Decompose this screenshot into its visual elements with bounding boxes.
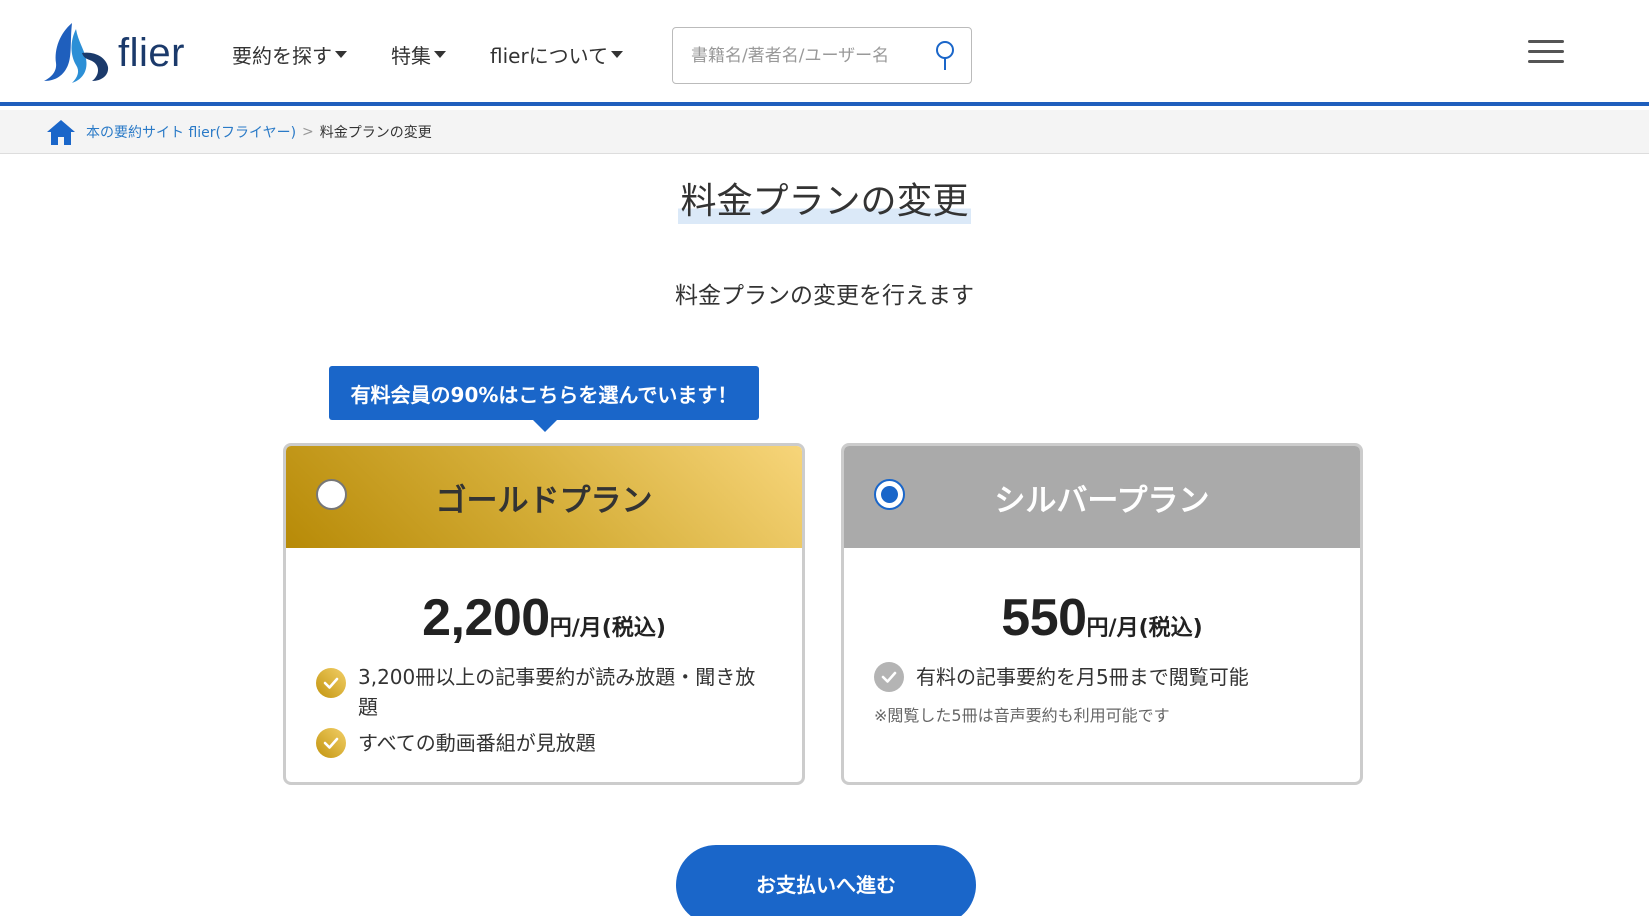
page-title-wrap: 料金プランの変更 bbox=[0, 172, 1649, 224]
flier-logo-icon bbox=[44, 23, 109, 83]
nav-label: flierについて bbox=[490, 44, 609, 68]
page-title: 料金プランの変更 bbox=[678, 172, 971, 224]
plan-card-header: シルバープラン bbox=[844, 446, 1360, 548]
price-unit: 円/月(税込) bbox=[1086, 616, 1203, 641]
feature-item: すべての動画番組が見放題 bbox=[316, 728, 772, 758]
caret-down-icon bbox=[611, 51, 624, 58]
proceed-to-payment-button[interactable]: お支払いへ進む bbox=[676, 845, 976, 916]
plan-card-gold[interactable]: ゴールドプラン 2,200円/月(税込) 3,200冊以上の記事要約が読み放題・… bbox=[283, 443, 805, 785]
plan-name: ゴールドプラン bbox=[435, 482, 653, 519]
main-nav: 要約を探す 特集 flierについて bbox=[232, 40, 624, 69]
nav-label: 要約を探す bbox=[232, 44, 332, 68]
feature-text: 3,200冊以上の記事要約が読み放題・聞き放題 bbox=[358, 665, 756, 719]
plan-features: 有料の記事要約を月5冊まで閲覧可能 bbox=[844, 648, 1360, 692]
nav-features[interactable]: 特集 bbox=[391, 40, 446, 69]
plan-radio-silver[interactable] bbox=[874, 479, 905, 510]
feature-text: 有料の記事要約を月5冊まで閲覧可能 bbox=[916, 665, 1249, 689]
nav-find-summaries[interactable]: 要約を探す bbox=[232, 40, 347, 69]
search-icon[interactable] bbox=[933, 40, 957, 72]
plan-card-header: ゴールドプラン bbox=[286, 446, 802, 548]
plan-price: 550円/月(税込) bbox=[844, 588, 1360, 648]
search-input[interactable] bbox=[691, 45, 921, 66]
breadcrumb: 本の要約サイト flier(フライヤー) > 料金プランの変更 bbox=[0, 110, 1649, 154]
caret-down-icon bbox=[335, 51, 347, 58]
site-header: flier 要約を探す 特集 flierについて bbox=[0, 0, 1649, 106]
check-icon bbox=[316, 728, 346, 758]
price-unit: 円/月(税込) bbox=[549, 616, 666, 641]
breadcrumb-home-link[interactable]: 本の要約サイト flier(フライヤー) bbox=[86, 122, 296, 142]
plan-price: 2,200円/月(税込) bbox=[286, 588, 802, 648]
page-subtitle: 料金プランの変更を行えます bbox=[675, 283, 974, 309]
plan-card-silver[interactable]: シルバープラン 550円/月(税込) 有料の記事要約を月5冊まで閲覧可能 ※閲覧… bbox=[841, 443, 1363, 785]
feature-item: 有料の記事要約を月5冊まで閲覧可能 bbox=[874, 662, 1330, 692]
price-amount: 550 bbox=[1001, 589, 1087, 647]
check-icon bbox=[874, 662, 904, 692]
home-icon[interactable] bbox=[46, 118, 76, 146]
breadcrumb-separator: > bbox=[302, 123, 314, 140]
logo-wordmark: flier bbox=[118, 30, 185, 75]
nav-label: 特集 bbox=[391, 44, 431, 68]
plan-radio-gold[interactable] bbox=[316, 479, 347, 510]
recommendation-badge: 有料会員の90%はこちらを選んでいます！ bbox=[329, 366, 759, 432]
nav-about[interactable]: flierについて bbox=[490, 40, 624, 69]
flier-logo[interactable]: flier bbox=[42, 18, 202, 88]
plan-features: 3,200冊以上の記事要約が読み放題・聞き放題 すべての動画番組が見放題 bbox=[286, 648, 802, 758]
plan-note: ※閲覧した5冊は音声要約も利用可能です bbox=[874, 706, 1170, 725]
plan-name: シルバープラン bbox=[994, 482, 1210, 519]
caret-down-icon bbox=[434, 51, 446, 58]
check-icon bbox=[316, 668, 346, 698]
search-box bbox=[672, 27, 972, 84]
price-amount: 2,200 bbox=[422, 589, 550, 647]
hamburger-menu-icon[interactable] bbox=[1528, 40, 1564, 66]
feature-text: すべての動画番組が見放題 bbox=[358, 731, 596, 755]
breadcrumb-current: 料金プランの変更 bbox=[319, 124, 432, 141]
feature-item: 3,200冊以上の記事要約が読み放題・聞き放題 bbox=[316, 662, 772, 722]
